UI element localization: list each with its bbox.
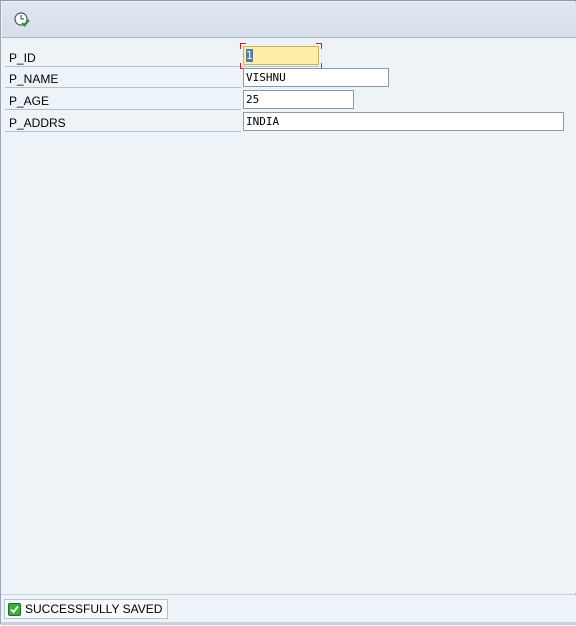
param-row-p-age: P_AGE [5, 88, 241, 110]
p-id-value: 1 [246, 49, 253, 62]
focus-corner-top-left [240, 43, 246, 49]
p-addrs-input[interactable]: INDIA [243, 112, 564, 131]
param-label-p-addrs: P_ADDRS [9, 116, 66, 130]
param-row-p-addrs: P_ADDRS [5, 110, 241, 132]
p-name-value: VISHNU [246, 71, 286, 84]
param-label-p-age: P_AGE [9, 94, 50, 108]
p-name-input[interactable]: VISHNU [243, 68, 389, 87]
param-row-p-name: P_NAME [5, 66, 241, 88]
p-age-value: 25 [246, 93, 260, 106]
status-message[interactable]: SUCCESSFULLY SAVED [4, 599, 169, 619]
execute-clock-check-icon [13, 11, 31, 29]
p-addrs-value: INDIA [246, 115, 280, 128]
param-label-p-id: P_ID [9, 51, 36, 65]
p-age-input[interactable]: 25 [243, 90, 354, 109]
execute-button[interactable] [13, 11, 31, 29]
success-check-icon [8, 602, 21, 616]
param-label-p-name: P_NAME [9, 72, 59, 86]
sap-selection-screen: P_ID P_NAME P_AGE P_ADDRS 1 VISHNU 25 IN… [0, 0, 576, 626]
parameter-area: P_ID P_NAME P_AGE P_ADDRS 1 VISHNU 25 IN… [2, 38, 576, 593]
application-toolbar [2, 2, 576, 38]
p-id-input[interactable]: 1 [243, 46, 319, 65]
status-text: SUCCESSFULLY SAVED [25, 602, 163, 616]
focus-corner-top-right [316, 43, 322, 49]
